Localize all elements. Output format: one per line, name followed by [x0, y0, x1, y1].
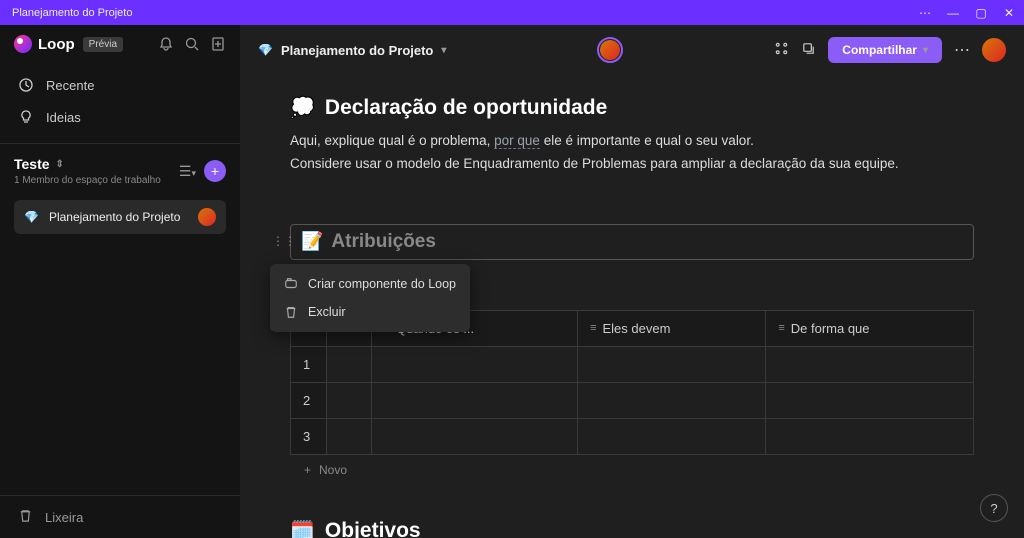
- row-number: 1: [291, 346, 327, 382]
- table-cell[interactable]: [327, 382, 372, 418]
- table-cell[interactable]: [327, 418, 372, 454]
- plus-icon: +: [304, 463, 311, 477]
- opportunity-heading[interactable]: 💭 Declaração de oportunidade: [290, 95, 974, 120]
- loop-logo-icon: [14, 35, 32, 53]
- close-icon[interactable]: ✕: [1002, 6, 1016, 20]
- ctx-delete-label: Excluir: [308, 305, 346, 319]
- thought-emoji-icon: 💭: [290, 95, 315, 120]
- nav-recent-label: Recente: [46, 78, 94, 93]
- document-content: 💭 Declaração de oportunidade Aqui, expli…: [240, 75, 1024, 538]
- assignments-table-wrap: ≡Quando os ... ≡Eles devem ≡De forma que…: [290, 310, 974, 485]
- table-cell[interactable]: [578, 382, 766, 418]
- drag-handle-icon[interactable]: ⋮⋮: [272, 234, 296, 248]
- page-title-dropdown[interactable]: 💎 Planejamento do Projeto ▾: [258, 43, 446, 58]
- app-logo-text: Loop: [38, 36, 75, 53]
- avatar: [600, 40, 620, 60]
- pencil-emoji-icon: 📝: [301, 231, 323, 252]
- ctx-create-loop-component[interactable]: Criar componente do Loop: [270, 270, 470, 298]
- table-row: 3: [291, 418, 974, 454]
- row-number: 3: [291, 418, 327, 454]
- loop-component-icon: [284, 277, 298, 291]
- page-title: Planejamento do Projeto: [281, 43, 433, 58]
- table-cell[interactable]: [371, 382, 577, 418]
- sidebar: Loop Prévia Recente: [0, 25, 240, 538]
- nav-recent[interactable]: Recente: [0, 69, 240, 101]
- text-icon: ≡: [590, 322, 596, 334]
- trash-button[interactable]: Lixeira: [18, 508, 222, 526]
- add-page-icon[interactable]: [210, 36, 226, 52]
- nav-ideas[interactable]: Ideias: [0, 101, 240, 133]
- preview-badge: Prévia: [83, 37, 123, 52]
- objectives-heading[interactable]: 🗓️ Objetivos: [290, 519, 974, 538]
- user-avatar[interactable]: [982, 38, 1006, 62]
- assignments-heading-block[interactable]: 📝 Atribuições: [290, 224, 974, 260]
- chevron-icon: ⇕: [56, 159, 64, 170]
- maximize-icon[interactable]: ▢: [974, 6, 988, 20]
- bell-icon[interactable]: [158, 36, 174, 52]
- row-number: 2: [291, 382, 327, 418]
- list-view-icon[interactable]: ☰▾: [179, 163, 196, 180]
- context-menu: Criar componente do Loop Excluir: [270, 264, 470, 332]
- clock-icon: [18, 77, 34, 93]
- search-icon[interactable]: [184, 36, 200, 52]
- ctx-create-label: Criar componente do Loop: [308, 277, 456, 291]
- table-cell[interactable]: [766, 382, 974, 418]
- main-area: 💎 Planejamento do Projeto ▾ Compartilhar: [240, 25, 1024, 538]
- trash-label: Lixeira: [45, 510, 83, 525]
- workspace-page-label: Planejamento do Projeto: [49, 210, 188, 224]
- table-col-3[interactable]: ≡Eles devem: [578, 310, 766, 346]
- sidebar-nav: Recente Ideias: [0, 63, 240, 139]
- apps-icon[interactable]: [774, 41, 789, 59]
- add-row-label: Novo: [319, 463, 347, 477]
- add-row-button[interactable]: + Novo: [290, 455, 974, 485]
- more-icon[interactable]: ⋯: [954, 40, 970, 60]
- copy-icon[interactable]: [801, 41, 816, 59]
- sidebar-footer: Lixeira: [0, 495, 240, 538]
- gem-icon: 💎: [24, 210, 39, 224]
- chevron-down-icon: ▾: [923, 45, 928, 56]
- window-controls: ⋯ — ▢ ✕: [918, 6, 1016, 20]
- table-col-4[interactable]: ≡De forma que: [766, 310, 974, 346]
- workspace-section: Teste ⇕ 1 Membro do espaço de trabalho ☰…: [0, 143, 240, 246]
- table-cell[interactable]: [578, 418, 766, 454]
- table-cell[interactable]: [371, 346, 577, 382]
- add-workspace-button[interactable]: +: [204, 160, 226, 182]
- help-button[interactable]: ?: [980, 494, 1008, 522]
- sidebar-header: Loop Prévia: [0, 25, 240, 63]
- workspace-member-count: 1 Membro do espaço de trabalho: [14, 175, 161, 186]
- gem-icon: 💎: [258, 43, 273, 57]
- share-button[interactable]: Compartilhar ▾: [828, 37, 942, 63]
- lightbulb-icon: [18, 109, 34, 125]
- opportunity-text-2[interactable]: Considere usar o modelo de Enquadramento…: [290, 153, 974, 176]
- share-label: Compartilhar: [842, 43, 917, 57]
- ctx-delete[interactable]: Excluir: [270, 298, 470, 326]
- table-cell[interactable]: [766, 418, 974, 454]
- table-cell[interactable]: [578, 346, 766, 382]
- workspace-page-item[interactable]: 💎 Planejamento do Projeto: [14, 200, 226, 234]
- nav-ideas-label: Ideias: [46, 110, 81, 125]
- trash-icon: [284, 305, 298, 319]
- more-icon[interactable]: ⋯: [918, 6, 932, 20]
- avatar: [198, 208, 216, 226]
- table-cell[interactable]: [766, 346, 974, 382]
- table-cell[interactable]: [371, 418, 577, 454]
- calendar-emoji-icon: 🗓️: [290, 519, 315, 538]
- presence-avatar[interactable]: [597, 37, 623, 63]
- table-row: 1: [291, 346, 974, 382]
- opportunity-text-1[interactable]: Aqui, explique qual é o problema, por qu…: [290, 130, 974, 153]
- window-titlebar: Planejamento do Projeto ⋯ — ▢ ✕: [0, 0, 1024, 25]
- table-row: 2: [291, 382, 974, 418]
- minimize-icon[interactable]: —: [946, 6, 960, 20]
- workspace-name[interactable]: Teste ⇕: [14, 156, 161, 172]
- window-title: Planejamento do Projeto: [12, 7, 132, 19]
- table-cell[interactable]: [327, 346, 372, 382]
- topbar: 💎 Planejamento do Projeto ▾ Compartilhar: [240, 25, 1024, 75]
- chevron-down-icon: ▾: [441, 45, 446, 56]
- text-icon: ≡: [778, 322, 784, 334]
- trash-icon: [18, 508, 33, 526]
